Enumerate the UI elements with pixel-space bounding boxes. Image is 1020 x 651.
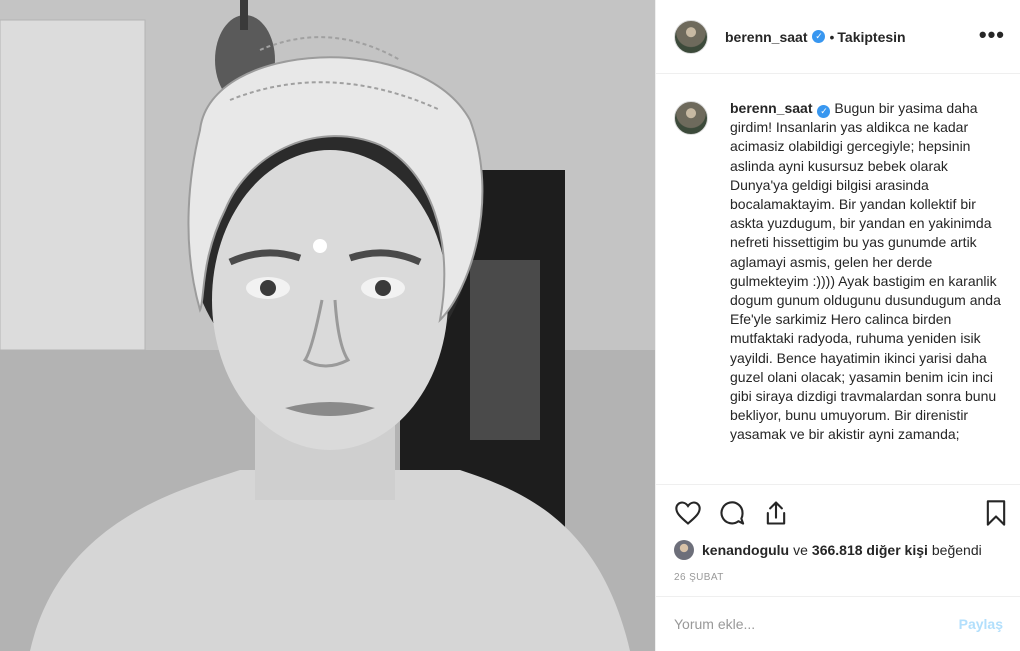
caption-comment: berenn_saat ✓ Bugun bir yasima daha girdi… [656, 75, 1020, 445]
caption-author-avatar[interactable] [674, 101, 708, 135]
liker-avatar[interactable] [674, 540, 694, 560]
comment-icon[interactable] [718, 499, 746, 527]
post-comment-button[interactable]: Paylaş [959, 616, 1003, 632]
author-username[interactable]: berenn_saat [725, 29, 807, 45]
heart-icon[interactable] [674, 499, 702, 527]
caption-username[interactable]: berenn_saat [730, 100, 812, 116]
comments-section[interactable]: berenn_saat ✓ Bugun bir yasima daha girdi… [656, 75, 1020, 484]
photo-illustration [0, 0, 655, 651]
bookmark-icon[interactable] [982, 499, 1010, 527]
caption-verified-icon: ✓ [817, 105, 831, 118]
comment-form: Paylaş [656, 596, 1020, 651]
caption-text: Bugun bir yasima daha girdim! Insanlarin… [730, 100, 1001, 443]
share-icon[interactable] [762, 499, 790, 527]
likes-suffix: beğendi [931, 542, 982, 558]
liker-username[interactable]: kenandogulu [702, 542, 789, 558]
post-date[interactable]: 26 ŞUBAT [674, 572, 724, 583]
follow-status-button[interactable]: Takiptesin [837, 29, 905, 45]
likes-count-link[interactable]: 366.818 diğer kişi [812, 542, 928, 558]
comment-input[interactable] [674, 616, 959, 632]
verified-badge-icon: ✓ [812, 30, 826, 43]
caption-text-block: berenn_saat ✓ Bugun bir yasima daha girdi… [730, 99, 1003, 445]
more-options-icon[interactable]: ••• [979, 22, 1005, 48]
post-photo[interactable] [0, 0, 655, 651]
likes-summary: kenandogulu ve 366.818 diğer kişi beğend… [674, 537, 982, 563]
action-bar [656, 484, 1020, 536]
author-avatar[interactable] [674, 19, 708, 54]
likes-connector: ve [793, 542, 808, 558]
separator-dot: • [829, 28, 835, 45]
post-header: berenn_saat ✓ • Takiptesin ••• [656, 0, 1020, 74]
post-side-panel: berenn_saat ✓ • Takiptesin ••• berenn_sa… [655, 0, 1020, 651]
